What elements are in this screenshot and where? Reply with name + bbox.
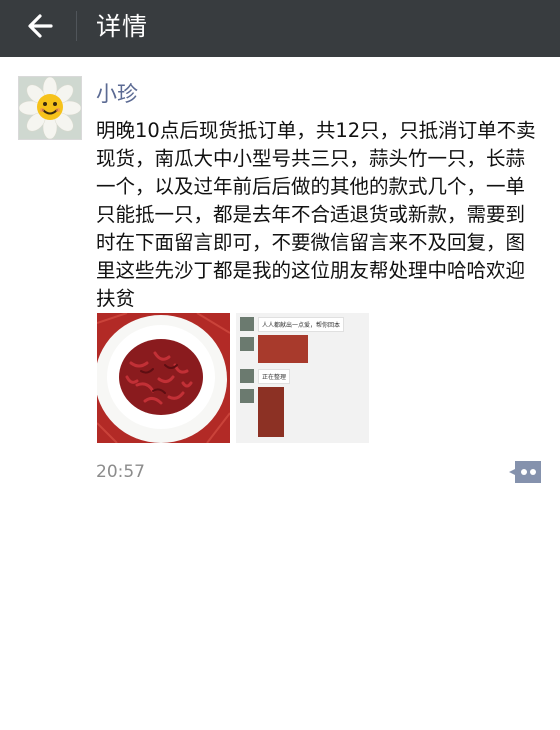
back-button[interactable] [18, 4, 62, 48]
page-title: 详情 [96, 12, 149, 41]
bowl-photo [97, 313, 230, 443]
chat-avatar [240, 389, 254, 403]
post-time: 20:57 [96, 462, 145, 482]
chat-avatar [240, 337, 254, 351]
avatar[interactable] [18, 76, 82, 140]
chat-avatar [240, 317, 254, 331]
comment-dots-icon [509, 461, 541, 483]
chat-message: 正在整理 [258, 369, 291, 384]
top-bar: 详情 [0, 0, 560, 57]
arrow-left-icon [28, 14, 53, 38]
chat-message: 人人都献出一点爱，帮你回本 [258, 317, 345, 332]
header-divider [76, 11, 77, 41]
post-text: 明晚10点后现货抵订单，共12只，只抵消订单不卖现货，南瓜大中小型号共三只，蒜头… [96, 119, 536, 310]
post-image-chat[interactable]: 人人都献出一点爱，帮你回本 正在整理 [236, 313, 369, 443]
comment-button[interactable] [509, 461, 541, 483]
chat-photo-thumb [258, 387, 284, 437]
chat-photo-thumb [258, 335, 308, 363]
author-name[interactable]: 小珍 [96, 78, 138, 108]
sunflower-avatar-icon [19, 77, 81, 139]
chat-avatar [240, 369, 254, 383]
post-image-bowl[interactable] [97, 313, 230, 443]
